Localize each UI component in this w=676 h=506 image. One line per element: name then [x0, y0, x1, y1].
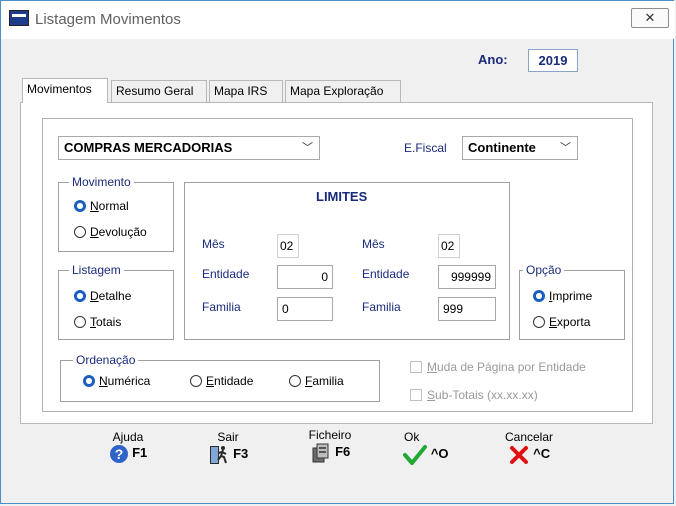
listagem-legend: Listagem: [69, 263, 124, 277]
radio-unselected-icon: [289, 375, 301, 387]
radio-devolucao[interactable]: Devolução: [74, 225, 147, 239]
title-bar[interactable]: Listagem Movimentos ✕: [1, 1, 675, 39]
checkbox-muda-pagina-mnemonic: M: [427, 360, 437, 374]
exit-icon: [209, 446, 227, 464]
radio-familia-label: amilia: [312, 374, 344, 388]
chevron-down-icon: ﹀: [302, 142, 313, 154]
radio-exporta-mnemonic: E: [549, 315, 558, 329]
radio-exporta[interactable]: Exporta: [533, 315, 590, 329]
tab-movimentos[interactable]: Movimentos: [22, 78, 108, 103]
entidade-from-label: Entidade: [202, 267, 250, 281]
radio-unselected-icon: [533, 316, 545, 328]
mes-from-label: Mês: [202, 237, 225, 251]
sair-caption: Sair: [217, 430, 239, 444]
cancelar-button[interactable]: Cancelar ^C: [496, 430, 562, 466]
radio-exporta-label: xporta: [557, 315, 591, 329]
ajuda-caption: Ajuda: [112, 430, 144, 444]
checkbox-box: [410, 389, 422, 401]
ok-button[interactable]: Ok ^O: [398, 430, 454, 466]
radio-normal-mnemonic: N: [90, 199, 99, 213]
radio-selected-icon: [74, 290, 86, 302]
listagem-group: [58, 270, 174, 340]
radio-normal[interactable]: Normal: [74, 199, 129, 213]
movimento-group: [58, 182, 174, 252]
ficheiro-button[interactable]: Ficheiro F6: [298, 428, 362, 464]
ano-label: Ano:: [478, 52, 508, 67]
radio-entidade[interactable]: Entidade: [190, 374, 253, 388]
app-icon: [9, 10, 29, 26]
window-title: Listagem Movimentos: [35, 11, 181, 28]
radio-detalhe[interactable]: Detalhe: [74, 289, 131, 303]
cancelar-caption: Cancelar: [504, 430, 554, 444]
checkbox-sub-totais-label: ub-Totais (xx.xx.xx): [435, 388, 538, 402]
radio-entidade-label: ntidade: [214, 374, 254, 388]
radio-selected-icon: [533, 290, 545, 302]
radio-familia[interactable]: Familia: [289, 374, 344, 388]
ok-key: ^O: [430, 446, 449, 462]
tab-resumo-geral[interactable]: Resumo Geral: [111, 80, 207, 102]
radio-normal-label: ormal: [98, 199, 129, 213]
opcao-legend: Opção: [523, 263, 565, 277]
radio-unselected-icon: [74, 226, 86, 238]
radio-detalhe-label: etalhe: [98, 289, 132, 303]
radio-devolucao-mnemonic: D: [90, 225, 99, 239]
entidade-to-field[interactable]: 999999: [438, 265, 496, 289]
sair-button[interactable]: Sair F3: [198, 430, 258, 466]
familia-from-label: Familia: [202, 300, 241, 314]
checkmark-icon: [403, 445, 428, 465]
radio-entidade-mnemonic: E: [206, 374, 215, 388]
tipo-movimento-select[interactable]: COMPRAS MERCADORIAS ﹀: [58, 136, 320, 160]
efiscal-label: E.Fiscal: [404, 141, 447, 155]
efiscal-value: Continente: [468, 140, 536, 155]
checkbox-muda-pagina-label: uda de Página por Entidade: [437, 360, 586, 374]
svg-text:?: ?: [114, 446, 123, 462]
limites-title: LIMITES: [316, 189, 368, 204]
radio-selected-icon: [83, 375, 95, 387]
checkbox-sub-totais-mnemonic: S: [427, 388, 436, 402]
checkbox-sub-totais[interactable]: Sub-Totais (xx.xx.xx): [410, 388, 538, 402]
familia-from-field[interactable]: 0: [277, 297, 333, 321]
help-icon: ?: [109, 445, 128, 463]
radio-detalhe-mnemonic: D: [90, 289, 99, 303]
radio-imprime-label: mprime: [552, 289, 593, 303]
cancel-x-icon: [509, 446, 528, 464]
radio-totais[interactable]: Totais: [74, 315, 121, 329]
entidade-to-label: Entidade: [362, 267, 410, 281]
ajuda-key: F1: [132, 445, 148, 461]
tipo-movimento-value: COMPRAS MERCADORIAS: [64, 140, 233, 155]
movimento-legend: Movimento: [69, 175, 134, 189]
file-icon: [312, 443, 329, 463]
ajuda-button[interactable]: Ajuda ? F1: [100, 430, 156, 464]
radio-numerica-label: umérica: [107, 374, 151, 388]
ficheiro-caption: Ficheiro: [308, 428, 352, 442]
efiscal-select[interactable]: Continente ﹀: [462, 136, 578, 160]
ano-field[interactable]: 2019: [528, 49, 578, 72]
familia-to-label: Familia: [362, 300, 401, 314]
ficheiro-key: F6: [335, 444, 351, 460]
radio-unselected-icon: [190, 375, 202, 387]
sair-key: F3: [233, 446, 249, 462]
ok-caption: Ok: [404, 430, 420, 444]
chevron-down-icon: ﹀: [560, 142, 571, 154]
mes-to-field[interactable]: 02: [438, 234, 460, 258]
checkbox-box: [410, 361, 422, 373]
radio-unselected-icon: [74, 316, 86, 328]
cancelar-key: ^C: [533, 446, 551, 462]
checkbox-muda-pagina[interactable]: Muda de Página por Entidade: [410, 360, 586, 374]
radio-imprime[interactable]: Imprime: [533, 289, 592, 303]
close-button[interactable]: ✕: [631, 8, 669, 28]
opcao-group: [519, 270, 625, 340]
radio-selected-icon: [74, 200, 86, 212]
mes-to-label: Mês: [362, 237, 385, 251]
tab-mapa-irs[interactable]: Mapa IRS: [209, 80, 283, 102]
radio-totais-label: otais: [96, 315, 122, 329]
entidade-from-field[interactable]: 0: [277, 265, 333, 289]
tab-mapa-exploracao[interactable]: Mapa Exploração: [285, 80, 401, 102]
radio-numerica[interactable]: Numérica: [83, 374, 150, 388]
ordenacao-legend: Ordenação: [73, 353, 139, 367]
radio-devolucao-label: evolução: [98, 225, 147, 239]
radio-numerica-mnemonic: N: [99, 374, 108, 388]
mes-from-field[interactable]: 02: [277, 234, 299, 258]
familia-to-field[interactable]: 999: [438, 297, 496, 321]
